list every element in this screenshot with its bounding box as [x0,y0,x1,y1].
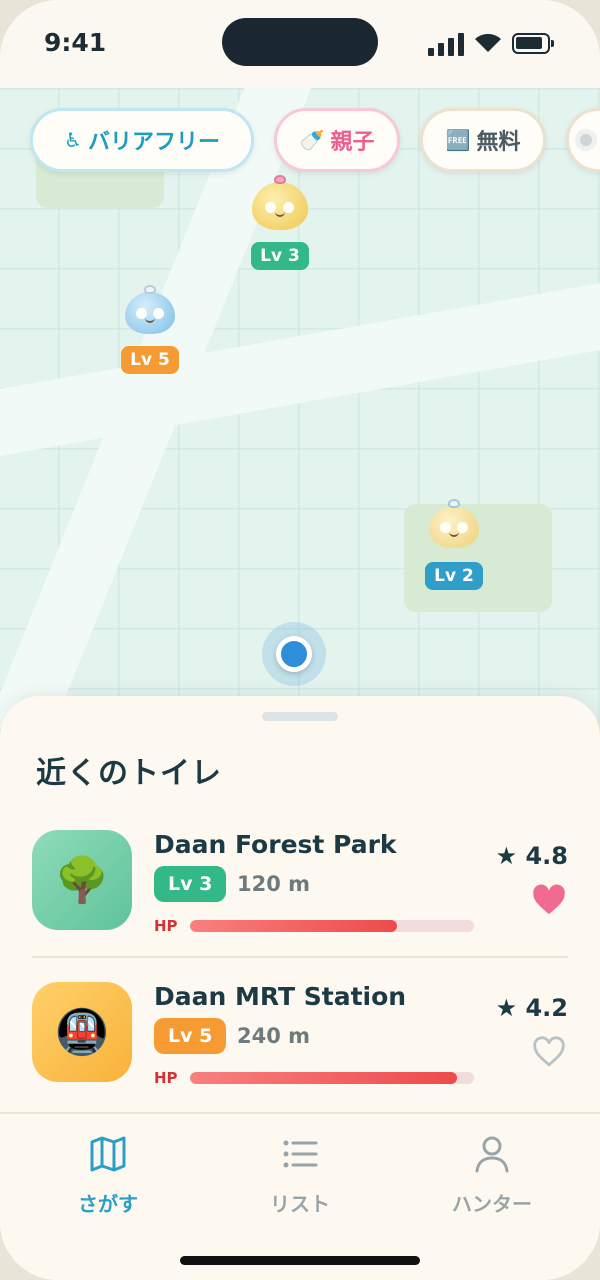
dynamic-island [222,18,378,66]
place-name: Daan MRT Station [154,982,407,1011]
filter-chip-free[interactable]: 🆓 無料 [420,108,546,172]
current-location-marker[interactable] [276,636,312,672]
wifi-icon [475,33,501,52]
tab-label: リスト [270,1192,330,1216]
tab-search[interactable]: さがす [28,1134,188,1234]
toilet-pin[interactable]: Lv 2 [424,499,484,590]
heart-icon[interactable] [532,884,566,916]
map-road [0,270,600,461]
signal-icon [428,32,464,56]
list-item[interactable]: 🌳 Daan Forest Park Lv 3 120 m HP ★ 4.8 [32,830,568,935]
slime-icon [252,175,308,230]
level-badge: Lv 5 [154,1018,227,1054]
map-icon [90,1136,126,1172]
tab-label: さがす [78,1192,138,1216]
filter-chip-more[interactable] [566,108,600,172]
tab-bar: さがす リスト ハンター [0,1112,600,1280]
baby-bottle-icon: 🍼 [299,128,325,152]
hp-bar [190,1072,474,1084]
toilet-paper-icon [575,129,597,151]
tree-icon: 🌳 [32,830,132,930]
user-icon [475,1136,509,1173]
tab-list[interactable]: リスト [220,1134,380,1234]
slime-icon [429,499,479,548]
train-icon: 🚇 [32,982,132,1082]
hp-label: HP [154,1069,178,1087]
filter-chip-label: バリアフリー [87,130,220,155]
free-icon: 🆓 [445,128,471,152]
slime-icon [125,285,175,334]
hp-bar-fill [190,920,398,932]
status-bar: 9:41 [0,0,600,88]
distance-text: 240 m [237,1024,311,1048]
level-badge: Lv 3 [154,866,227,902]
level-badge: Lv 5 [121,346,179,374]
tab-hunter[interactable]: ハンター [412,1134,572,1234]
rating-text: ★ 4.8 [495,842,568,870]
sheet-handle[interactable] [262,712,338,721]
hp-label: HP [154,917,178,935]
list-item[interactable]: 🚇 Daan MRT Station Lv 5 240 m HP ★ 4.2 [32,982,568,1087]
level-badge: Lv 3 [251,242,309,270]
toilet-pin[interactable]: Lv 3 [250,175,310,272]
wheelchair-icon: ♿ [64,128,82,152]
list-icon [283,1140,318,1168]
tab-label: ハンター [452,1192,532,1216]
filter-chips: ♿ バリアフリー 🍼 親子 🆓 無料 [0,108,600,174]
battery-icon [512,33,554,54]
filter-chip-label: 無料 [476,130,521,155]
rating-text: ★ 4.2 [495,994,568,1022]
distance-text: 120 m [237,872,311,896]
sheet-title: 近くのトイレ [36,756,222,791]
heart-outline-icon[interactable] [532,1036,566,1068]
hp-bar [190,920,474,932]
filter-chip-label: 親子 [330,130,375,155]
filter-chip-barrier-free[interactable]: ♿ バリアフリー [30,108,254,172]
status-time: 9:41 [44,28,107,57]
level-badge: Lv 2 [425,562,483,590]
toilet-pin[interactable]: Lv 5 [120,285,180,376]
list-divider [32,956,568,958]
place-name: Daan Forest Park [154,830,397,859]
home-indicator[interactable] [180,1256,420,1265]
filter-chip-family[interactable]: 🍼 親子 [274,108,400,172]
phone-screen: 9:41 ♿ バリアフリー 🍼 親子 🆓 無料 Lv 3 Lv 5 Lv 2 近… [0,0,600,1280]
hp-bar-fill [190,1072,457,1084]
